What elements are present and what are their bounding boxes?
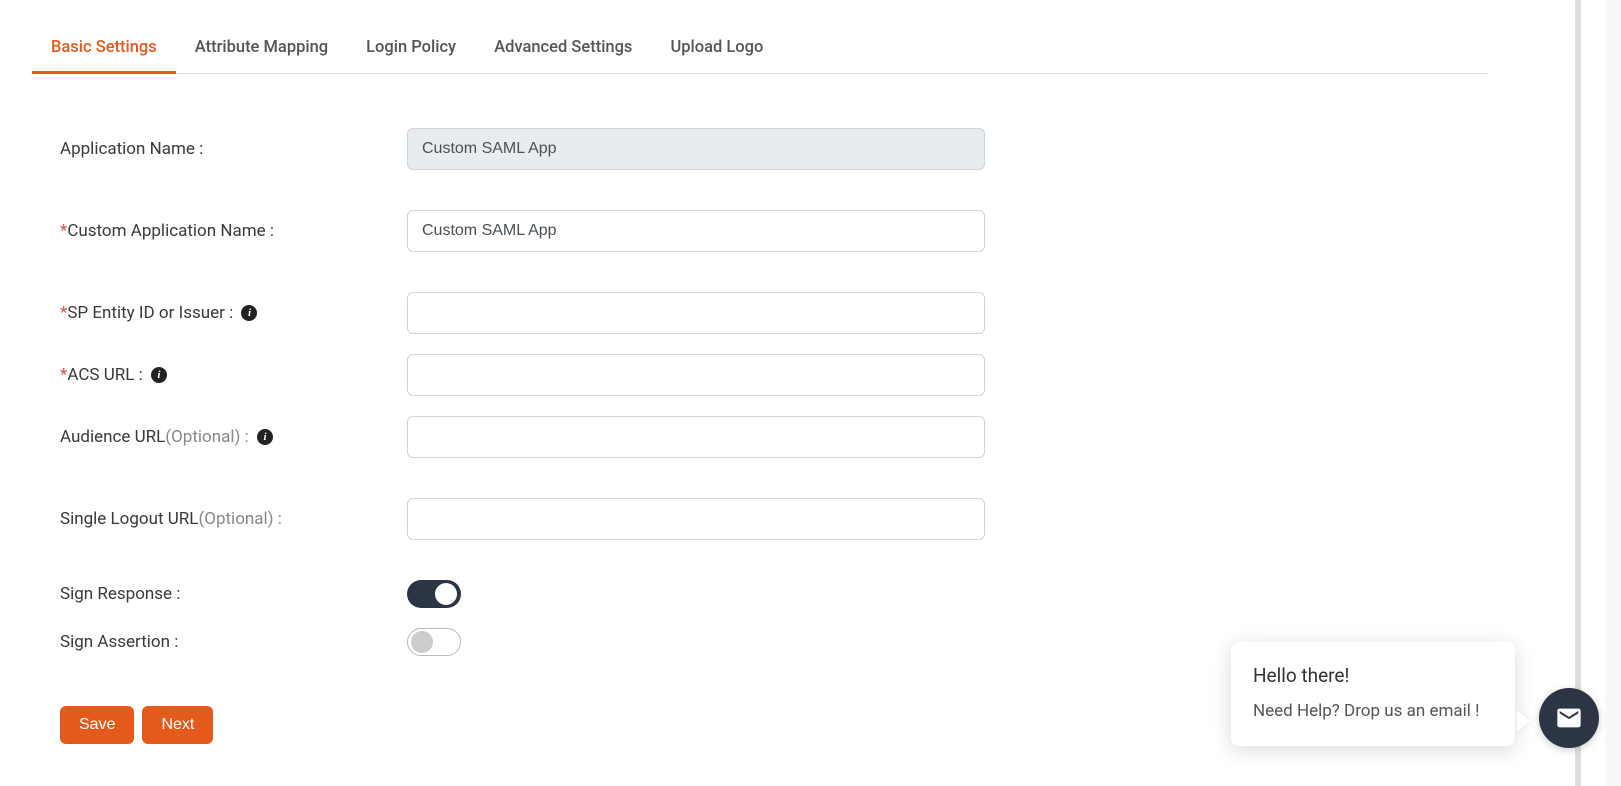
chat-arrow — [1517, 711, 1531, 731]
tab-bar: Basic Settings Attribute Mapping Login P… — [32, 0, 1488, 74]
input-application-name — [407, 128, 985, 170]
input-sp-entity-id[interactable] — [407, 292, 985, 334]
tab-attribute-mapping[interactable]: Attribute Mapping — [176, 38, 347, 74]
tab-advanced-settings[interactable]: Advanced Settings — [475, 38, 651, 74]
save-button[interactable]: Save — [60, 706, 134, 744]
browser-scrollbar[interactable] — [1605, 0, 1621, 786]
input-slo-url[interactable] — [407, 498, 985, 540]
chat-popup: Hello there! Need Help? Drop us an email… — [1231, 642, 1515, 747]
label-application-name: Application Name : — [60, 139, 407, 159]
label-custom-app-name: *Custom Application Name : — [60, 221, 407, 241]
toggle-sign-assertion[interactable] — [407, 628, 461, 656]
info-icon[interactable]: i — [257, 429, 273, 445]
tab-upload-logo[interactable]: Upload Logo — [651, 38, 782, 74]
label-audience-url: Audience URL (Optional) : i — [60, 427, 407, 447]
tab-basic-settings[interactable]: Basic Settings — [32, 38, 176, 74]
label-sign-response: Sign Response : — [60, 584, 407, 604]
chat-greeting: Hello there! — [1253, 664, 1493, 687]
required-marker: * — [60, 365, 67, 385]
label-slo-url: Single Logout URL (Optional) : — [60, 509, 407, 529]
label-sign-assertion: Sign Assertion : — [60, 632, 407, 652]
input-audience-url[interactable] — [407, 416, 985, 458]
chat-button[interactable] — [1539, 688, 1599, 748]
mail-icon — [1555, 704, 1583, 732]
tab-login-policy[interactable]: Login Policy — [347, 38, 475, 74]
info-icon[interactable]: i — [241, 305, 257, 321]
input-acs-url[interactable] — [407, 354, 985, 396]
label-sp-entity-id: *SP Entity ID or Issuer : i — [60, 303, 407, 323]
input-custom-app-name[interactable] — [407, 210, 985, 252]
next-button[interactable]: Next — [142, 706, 213, 744]
panel-scrollbar[interactable] — [1575, 0, 1581, 786]
required-marker: * — [60, 303, 67, 323]
chat-message: Need Help? Drop us an email ! — [1253, 699, 1493, 725]
info-icon[interactable]: i — [151, 367, 167, 383]
label-acs-url: *ACS URL : i — [60, 365, 407, 385]
toggle-sign-response[interactable] — [407, 580, 461, 608]
required-marker: * — [60, 221, 67, 241]
